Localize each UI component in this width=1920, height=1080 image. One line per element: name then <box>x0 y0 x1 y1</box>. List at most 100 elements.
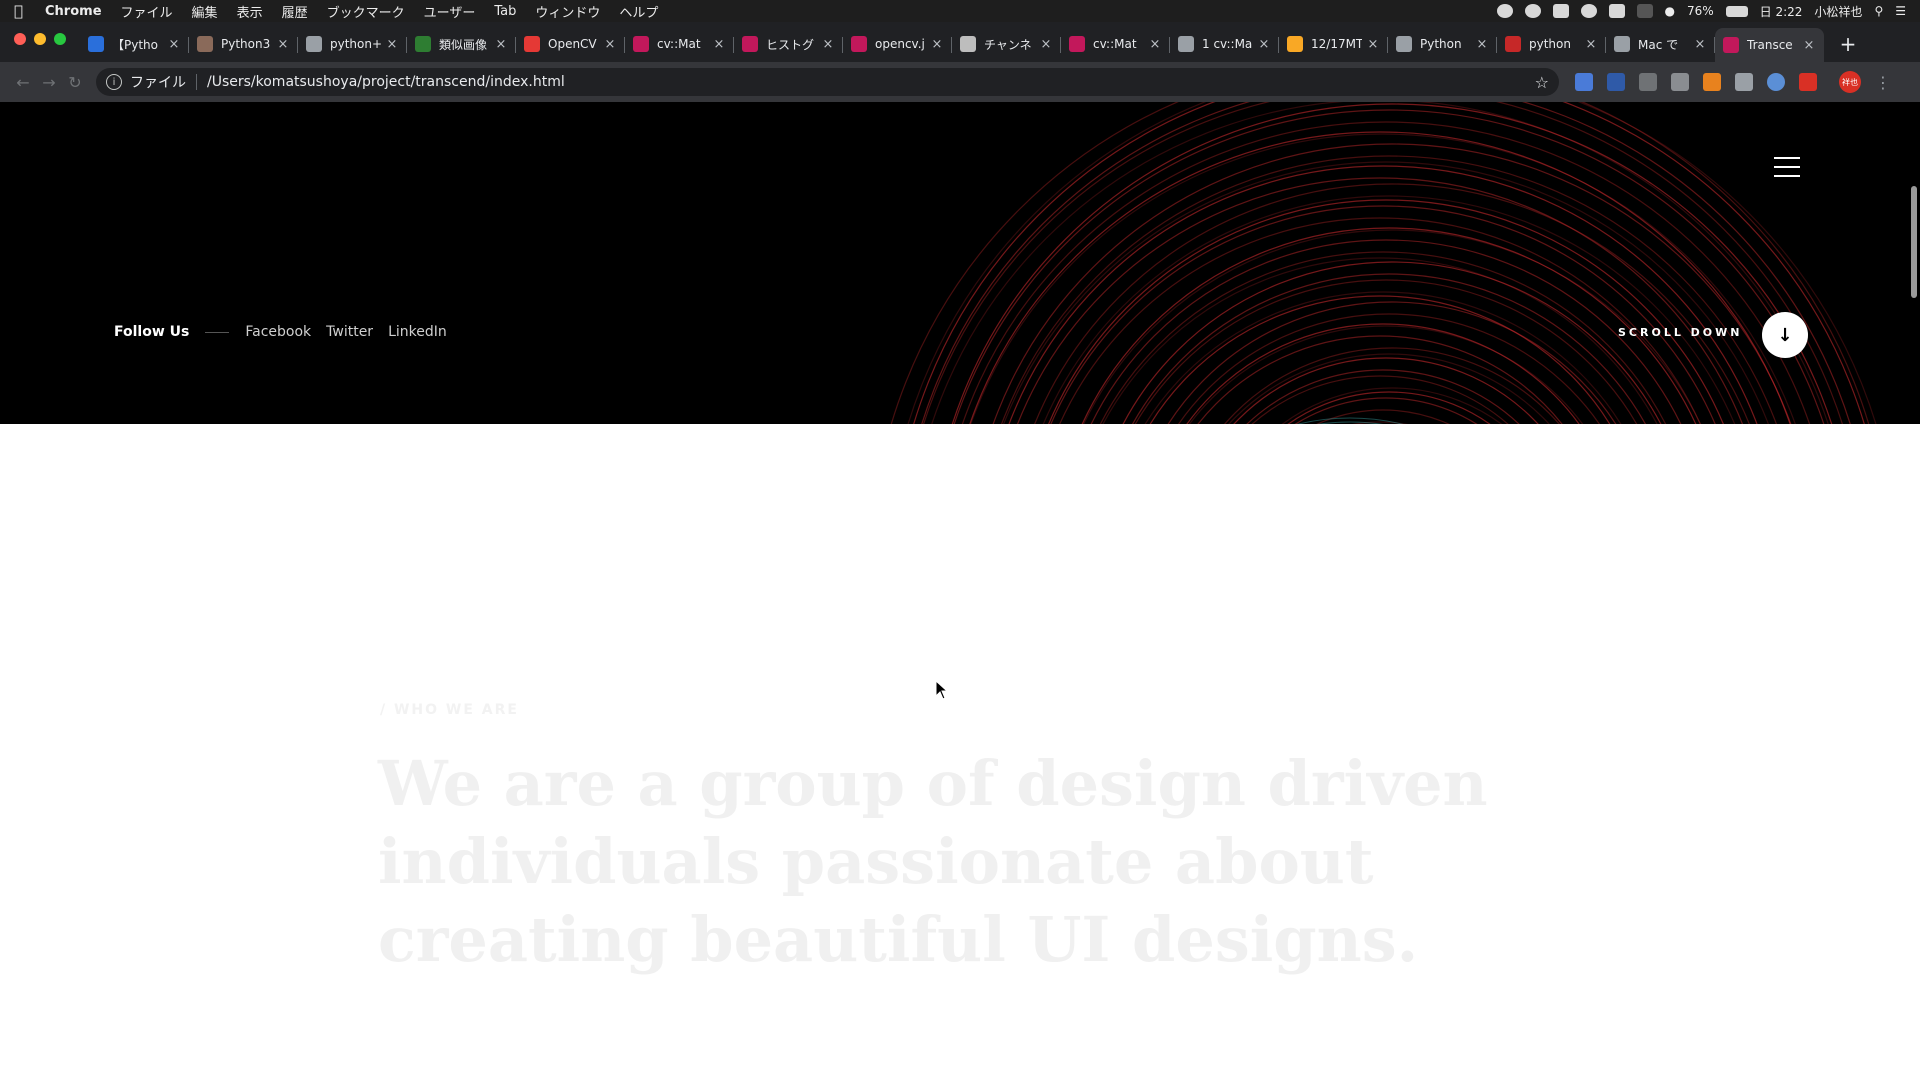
record-extension-icon[interactable] <box>1799 73 1817 91</box>
tab-favicon-icon <box>1723 37 1739 53</box>
menu-file[interactable]: ファイル <box>121 2 173 21</box>
page-scrollbar[interactable] <box>1911 186 1917 298</box>
scroll-down-label[interactable]: SCROLL DOWN <box>1618 326 1743 339</box>
tab-title: 【Pytho <box>112 37 158 52</box>
selenium-extension-icon[interactable] <box>1735 73 1753 91</box>
page-viewport: Follow Us Facebook Twitter LinkedIn SCRO… <box>0 102 1920 1080</box>
tab[interactable]: Python3 × <box>189 28 298 60</box>
clock[interactable]: 日 2:22 <box>1760 3 1803 20</box>
reload-button[interactable]: ↻ <box>62 73 88 92</box>
input-method-icon[interactable] <box>1608 4 1625 18</box>
new-tab-button[interactable]: + <box>1834 30 1862 58</box>
user-name[interactable]: 小松祥也 <box>1814 3 1862 20</box>
tab-close-icon[interactable]: × <box>1257 37 1271 52</box>
tab-close-icon[interactable]: × <box>494 37 508 52</box>
menu-window[interactable]: ウィンドウ <box>535 2 600 21</box>
tab[interactable]: ヒストグ × <box>734 28 843 60</box>
record-icon[interactable] <box>1496 4 1513 18</box>
tab-close-icon[interactable]: × <box>603 37 617 52</box>
back-button[interactable]: ← <box>10 73 36 92</box>
tab-close-icon[interactable]: × <box>712 37 726 52</box>
menu-user[interactable]: ユーザー <box>424 2 476 21</box>
dictionary-extension-icon[interactable] <box>1607 73 1625 91</box>
spotlight-icon[interactable]: ⚲ <box>1874 4 1883 18</box>
tab-close-icon[interactable]: × <box>385 37 399 52</box>
tab[interactable]: Mac で × <box>1606 28 1715 60</box>
tab[interactable]: 1 cv::Ma × <box>1170 28 1279 60</box>
tab-close-icon[interactable]: × <box>167 37 181 52</box>
tab[interactable]: 12/17MT × <box>1279 28 1388 60</box>
tab[interactable]: 【Pytho × <box>80 28 189 60</box>
tab-favicon-icon <box>306 36 322 52</box>
menu-bookmarks[interactable]: ブックマーク <box>327 2 405 21</box>
address-bar[interactable]: i ファイル /Users/komatsushoya/project/trans… <box>96 68 1559 96</box>
tab-close-icon[interactable]: × <box>276 37 290 52</box>
hamburger-menu-icon[interactable] <box>1774 157 1800 177</box>
tab-close-icon[interactable]: × <box>1802 38 1816 53</box>
tab[interactable]: 類似画像 × <box>407 28 516 60</box>
chrome-menu-icon[interactable]: ⋮ <box>1875 73 1891 92</box>
linkedin-link[interactable]: LinkedIn <box>388 324 447 340</box>
grammarly-icon[interactable] <box>1524 4 1541 18</box>
follow-divider <box>205 331 230 333</box>
hero-ring <box>1186 323 1580 424</box>
tab[interactable]: チャンネ × <box>952 28 1061 60</box>
tab-favicon-icon <box>1396 36 1412 52</box>
tab-active[interactable]: Transce × <box>1715 28 1824 62</box>
tab-close-icon[interactable]: × <box>1366 37 1380 52</box>
tab[interactable]: cv::Mat × <box>625 28 734 60</box>
apple-icon[interactable]:  <box>14 2 23 20</box>
grid-extension-icon[interactable] <box>1671 73 1689 91</box>
fox-extension-icon[interactable] <box>1703 73 1721 91</box>
menu-tab[interactable]: Tab <box>494 4 516 19</box>
bookmark-star-icon[interactable]: ☆ <box>1535 73 1549 92</box>
hero-ring <box>1090 239 1682 424</box>
tab[interactable]: python+ × <box>298 28 407 60</box>
profile-avatar[interactable]: 祥也 <box>1839 71 1861 93</box>
scroll-down-button[interactable]: ↓ <box>1762 312 1808 358</box>
menu-app-name[interactable]: Chrome <box>45 4 102 19</box>
tab[interactable]: python × <box>1497 28 1606 60</box>
tab-favicon-icon <box>415 36 431 52</box>
menu-edit[interactable]: 編集 <box>192 2 218 21</box>
translate-extension-icon[interactable] <box>1575 73 1593 91</box>
status-area: ● 76% 日 2:22 小松祥也 ⚲ ☰ <box>1496 3 1906 20</box>
wifi-icon[interactable]: ● <box>1665 4 1675 18</box>
tab[interactable]: OpenCV × <box>516 28 625 60</box>
tab-close-icon[interactable]: × <box>930 37 944 52</box>
close-window-button[interactable] <box>14 33 26 45</box>
tab[interactable]: Python × <box>1388 28 1497 60</box>
battery-icon[interactable] <box>1725 5 1748 17</box>
tab-list: 【Pytho × Python3 × python+ × 類似画像 × OpenCV × cv::M… <box>80 26 1824 62</box>
bluetooth-icon[interactable] <box>1636 4 1653 18</box>
tab-close-icon[interactable]: × <box>1693 37 1707 52</box>
tab-close-icon[interactable]: × <box>1584 37 1598 52</box>
twitter-link[interactable]: Twitter <box>326 324 373 340</box>
menu-view[interactable]: 表示 <box>237 2 263 21</box>
hero-ring <box>1251 375 1509 424</box>
creative-cloud-icon[interactable] <box>1580 4 1597 18</box>
tab-title: cv::Mat <box>657 37 701 51</box>
arrow-down-icon: ↓ <box>1777 324 1793 346</box>
tab-favicon-icon <box>1178 36 1194 52</box>
facebook-link[interactable]: Facebook <box>245 324 311 340</box>
tab-close-icon[interactable]: × <box>1475 37 1489 52</box>
site-info-icon[interactable]: i <box>106 74 122 90</box>
tab-close-icon[interactable]: × <box>1039 37 1053 52</box>
circle-extension-icon[interactable] <box>1767 73 1785 91</box>
address-url[interactable]: /Users/komatsushoya/project/transcend/in… <box>207 74 1535 90</box>
tab[interactable]: cv::Mat × <box>1061 28 1170 60</box>
fullscreen-window-button[interactable] <box>54 33 66 45</box>
tab-close-icon[interactable]: × <box>821 37 835 52</box>
tab-close-icon[interactable]: × <box>1148 37 1162 52</box>
hero-ring <box>1167 301 1617 424</box>
cast-extension-icon[interactable] <box>1639 73 1657 91</box>
menu-history[interactable]: 履歴 <box>282 2 308 21</box>
hero-ring <box>1149 295 1611 424</box>
menu-help[interactable]: ヘルプ <box>619 2 658 21</box>
evernote-icon[interactable] <box>1552 4 1569 18</box>
tab[interactable]: opencv.j × <box>843 28 952 60</box>
minimize-window-button[interactable] <box>34 33 46 45</box>
forward-button[interactable]: → <box>36 73 62 92</box>
notification-center-icon[interactable]: ☰ <box>1895 4 1906 18</box>
